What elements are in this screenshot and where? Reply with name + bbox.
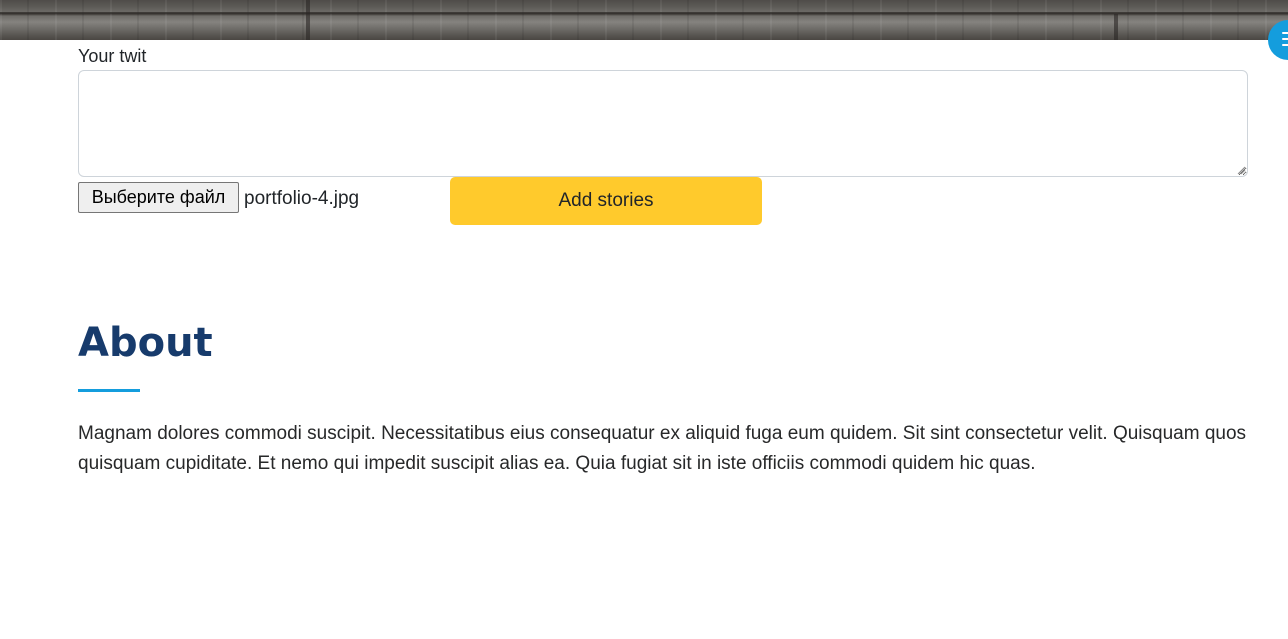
resize-grip-icon[interactable] — [1236, 165, 1246, 175]
add-stories-button[interactable]: Add stories — [450, 177, 762, 225]
choose-file-button[interactable]: Выберите файл — [78, 182, 239, 213]
about-heading-underline — [78, 389, 140, 392]
twit-textarea[interactable] — [78, 70, 1248, 177]
header-wood-image — [0, 0, 1288, 40]
plank-gap — [1114, 14, 1118, 40]
plank-seam — [0, 12, 1288, 14]
about-paragraph: Magnam dolores commodi suscipit. Necessi… — [78, 423, 1247, 474]
selected-file-name: portfolio-4.jpg — [244, 188, 360, 209]
page: Your twit Выберите файл portfolio-4.jpg … — [0, 0, 1288, 639]
twit-label: Your twit — [78, 46, 147, 66]
about-heading: About — [78, 320, 213, 366]
plank-gap — [306, 0, 310, 40]
